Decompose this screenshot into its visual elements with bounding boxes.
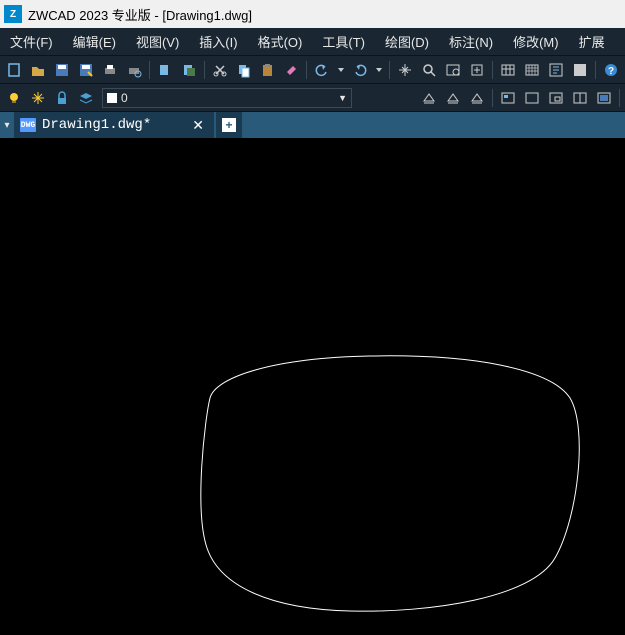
layer-manager-icon[interactable] [75, 87, 97, 109]
dwg-file-icon: DWG [20, 118, 36, 132]
toolbar-main: ? [0, 56, 625, 84]
window-title: ZWCAD 2023 专业版 - [Drawing1.dwg] [28, 5, 252, 24]
separator [595, 61, 596, 79]
save-icon[interactable] [51, 59, 73, 81]
menubar: 文件(F) 编辑(E) 视图(V) 插入(I) 格式(O) 工具(T) 绘图(D… [0, 28, 625, 56]
layer-selector[interactable]: 0 ▼ [102, 88, 352, 108]
separator [306, 61, 307, 79]
separator [492, 89, 493, 107]
menu-modify[interactable]: 修改(M) [503, 28, 569, 55]
menu-extend[interactable]: 扩展 [569, 28, 615, 55]
menu-file[interactable]: 文件(F) [0, 28, 63, 55]
separator [149, 61, 150, 79]
zoom-icon[interactable] [418, 59, 440, 81]
table-icon[interactable] [497, 59, 519, 81]
layer-bulb-icon[interactable] [3, 87, 25, 109]
redo-icon[interactable] [349, 59, 371, 81]
document-tab-active[interactable]: DWG Drawing1.dwg* ✕ [14, 112, 214, 138]
menu-tool[interactable]: 工具(T) [312, 28, 375, 55]
undo-dropdown-icon[interactable] [335, 59, 347, 81]
grid-icon[interactable] [521, 59, 543, 81]
menu-insert[interactable]: 插入(I) [189, 28, 247, 55]
layer-freeze-icon[interactable] [27, 87, 49, 109]
help-icon[interactable]: ? [600, 59, 622, 81]
cut-icon[interactable] [209, 59, 231, 81]
dropdown-icon: ▼ [338, 93, 347, 103]
menu-format[interactable]: 格式(O) [248, 28, 313, 55]
tab-list-handle-icon[interactable]: ▾ [0, 112, 14, 138]
menu-draw[interactable]: 绘图(D) [375, 28, 439, 55]
menu-edit[interactable]: 编辑(E) [63, 28, 126, 55]
svg-text:?: ? [608, 66, 614, 77]
separator [389, 61, 390, 79]
viewport-4-icon[interactable] [569, 87, 591, 109]
layer-current-name: 0 [121, 91, 128, 105]
plus-icon: + [222, 118, 236, 132]
print-icon[interactable] [99, 59, 121, 81]
new-document-tab[interactable]: + [216, 112, 242, 138]
pan-icon[interactable] [394, 59, 416, 81]
layer-state-1-icon[interactable] [418, 87, 440, 109]
menu-annotate[interactable]: 标注(N) [439, 28, 503, 55]
separator [619, 89, 620, 107]
open-file-icon[interactable] [27, 59, 49, 81]
save-as-icon[interactable] [75, 59, 97, 81]
drawing-canvas[interactable] [0, 138, 625, 635]
close-tab-icon[interactable]: ✕ [188, 117, 208, 134]
undo-icon[interactable] [311, 59, 333, 81]
design-center-icon[interactable] [569, 59, 591, 81]
separator [492, 61, 493, 79]
copy-format-icon[interactable] [154, 59, 176, 81]
print-preview-icon[interactable] [123, 59, 145, 81]
document-tab-filename: Drawing1.dwg* [42, 117, 151, 133]
viewport-3-icon[interactable] [545, 87, 567, 109]
canvas-content [0, 138, 625, 635]
redo-dropdown-icon[interactable] [373, 59, 385, 81]
toolbar-layers: 0 ▼ [0, 84, 625, 112]
zoom-window-icon[interactable] [442, 59, 464, 81]
viewport-5-icon[interactable] [593, 87, 615, 109]
layer-state-2-icon[interactable] [442, 87, 464, 109]
separator [204, 61, 205, 79]
erase-icon[interactable] [280, 59, 302, 81]
match-props-icon[interactable] [178, 59, 200, 81]
app-icon: Z [4, 5, 22, 23]
menu-view[interactable]: 视图(V) [126, 28, 189, 55]
layer-color-swatch [107, 93, 117, 103]
zoom-extents-icon[interactable] [466, 59, 488, 81]
viewport-1-icon[interactable] [497, 87, 519, 109]
copy-icon[interactable] [233, 59, 255, 81]
properties-icon[interactable] [545, 59, 567, 81]
titlebar: Z ZWCAD 2023 专业版 - [Drawing1.dwg] [0, 0, 625, 28]
viewport-2-icon[interactable] [521, 87, 543, 109]
new-file-icon[interactable] [3, 59, 25, 81]
document-tabbar: ▾ DWG Drawing1.dwg* ✕ + [0, 112, 625, 138]
paste-icon[interactable] [257, 59, 279, 81]
layer-state-3-icon[interactable] [466, 87, 488, 109]
layer-lock-icon[interactable] [51, 87, 73, 109]
